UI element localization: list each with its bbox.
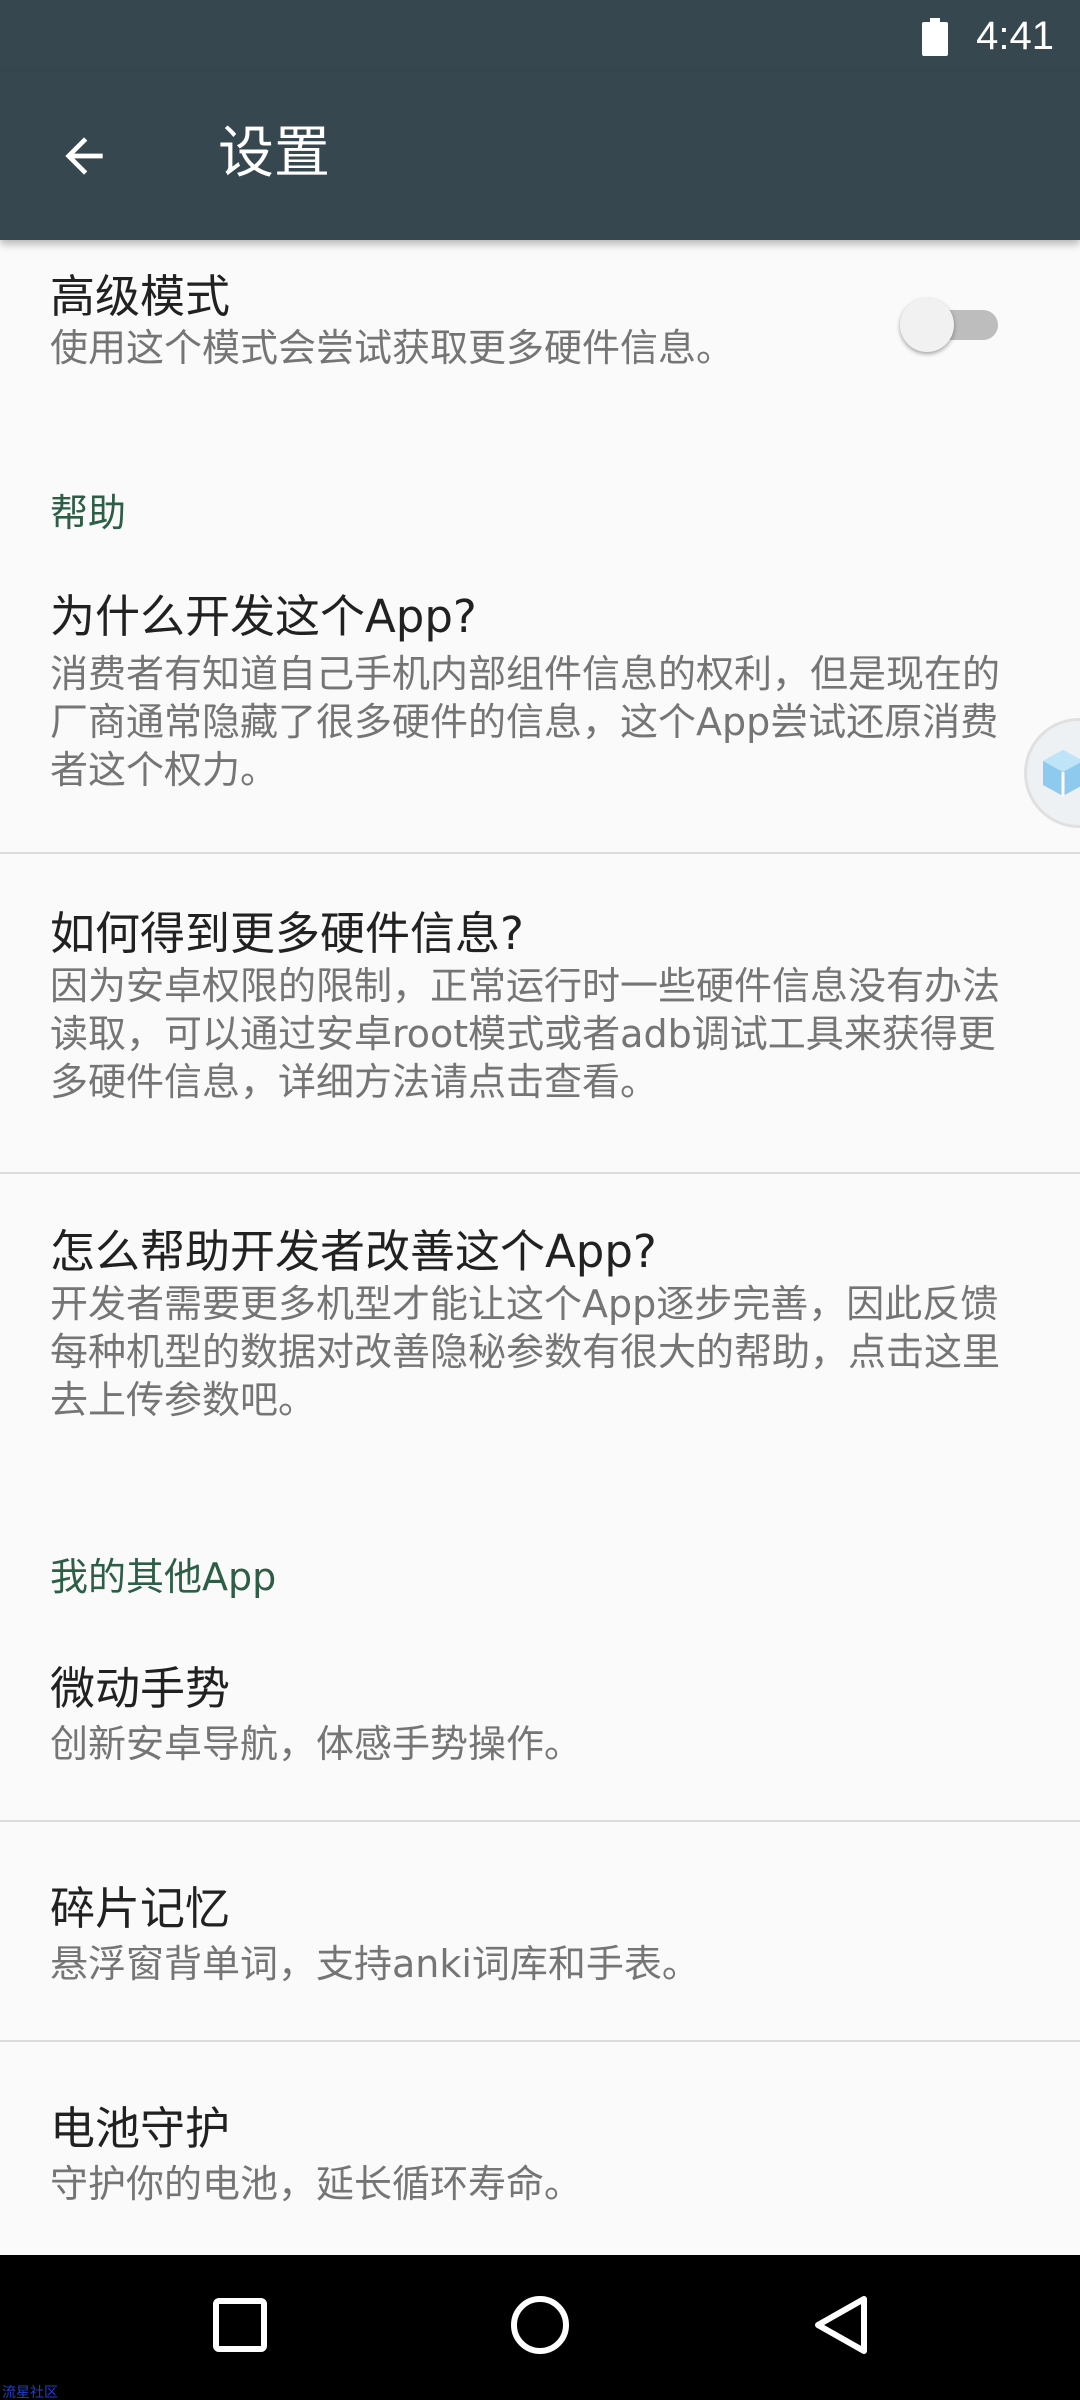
help-item-improve-app[interactable]: 怎么帮助开发者改善这个App? 开发者需要更多机型才能让这个App逐步完善，因此…	[0, 1210, 1080, 1470]
app-item-battery[interactable]: 电池守护 守护你的电池，延长循环寿命。	[0, 2092, 1080, 2255]
preference-title: 微动手势	[50, 1662, 231, 1715]
settings-list[interactable]: 高级模式 使用这个模式会尝试获取更多硬件信息。 帮助 为什么开发这个App? 消…	[0, 240, 1080, 2255]
preference-summary: 消费者有知道自己手机内部组件信息的权利，但是现在的厂商通常隐藏了很多硬件的信息，…	[50, 652, 1001, 792]
preference-title: 如何得到更多硬件信息?	[50, 907, 524, 960]
recents-button[interactable]	[180, 2275, 300, 2375]
category-help-header: 帮助	[50, 491, 127, 535]
home-circle-icon	[511, 2296, 569, 2354]
arrow-back-icon	[65, 137, 103, 175]
advanced-mode-switch[interactable]	[900, 292, 1004, 356]
divider	[0, 2040, 1080, 2042]
preference-summary: 创新安卓导航，体感手势操作。	[50, 1722, 583, 1766]
preference-title: 电池守护	[50, 2102, 231, 2155]
preference-title: 高级模式	[50, 270, 231, 323]
category-other-apps-header: 我的其他App	[50, 1555, 277, 1599]
watermark-text: 流星社区	[2, 2385, 58, 2400]
battery-icon	[922, 18, 948, 56]
home-button[interactable]	[480, 2275, 600, 2375]
app-item-memory[interactable]: 碎片记忆 悬浮窗背单词，支持anki词库和手表。	[0, 1872, 1080, 2082]
app-bar: 设置	[0, 72, 1080, 240]
preference-summary: 因为安卓权限的限制，正常运行时一些硬件信息没有办法读取，可以通过安卓root模式…	[50, 964, 1001, 1104]
navigation-bar	[0, 2255, 1080, 2400]
preference-title: 碎片记忆	[50, 1882, 231, 1935]
preference-title: 怎么帮助开发者改善这个App?	[50, 1225, 657, 1278]
preference-title: 为什么开发这个App?	[50, 590, 477, 643]
preference-summary: 悬浮窗背单词，支持anki词库和手表。	[50, 1942, 700, 1986]
preference-summary: 开发者需要更多机型才能让这个App逐步完善，因此反馈每种机型的数据对改善隐秘参数…	[50, 1282, 1001, 1422]
status-bar: 4:41	[0, 0, 1080, 72]
page-title: 设置	[218, 121, 330, 186]
status-time: 4:41	[976, 14, 1054, 58]
back-button[interactable]	[36, 112, 132, 200]
preference-summary: 守护你的电池，延长循环寿命。	[50, 2162, 583, 2206]
advanced-mode-preference[interactable]: 高级模式 使用这个模式会尝试获取更多硬件信息。	[0, 240, 1080, 390]
divider	[0, 1820, 1080, 1822]
divider	[0, 852, 1080, 854]
back-triangle-icon	[815, 2296, 867, 2354]
recents-square-icon	[213, 2298, 267, 2352]
cube-icon	[1043, 750, 1080, 796]
system-back-button[interactable]	[780, 2275, 900, 2375]
divider	[0, 1172, 1080, 1174]
switch-thumb	[900, 298, 954, 352]
preference-summary: 使用这个模式会尝试获取更多硬件信息。	[50, 326, 735, 370]
